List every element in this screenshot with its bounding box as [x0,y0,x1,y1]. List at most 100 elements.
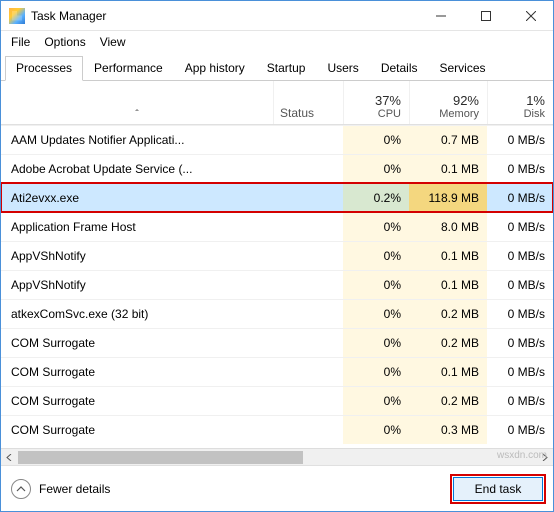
table-row[interactable]: COM Surrogate 0%0.1 MB0 MB/s [1,357,553,386]
process-cpu: 0% [343,271,409,299]
process-memory: 0.1 MB [409,155,487,183]
end-task-button[interactable]: End task [453,477,543,501]
process-cpu: 0.2% [343,184,409,212]
process-cpu: 0% [343,155,409,183]
tab-app-history[interactable]: App history [174,56,256,81]
table-row[interactable]: AAM Updates Notifier Applicati... 0%0.7 M… [1,125,553,154]
tab-performance[interactable]: Performance [83,56,174,81]
tab-services[interactable]: Services [429,56,497,81]
process-memory: 0.3 MB [409,416,487,444]
chevron-up-icon [16,484,26,494]
footer: Fewer details End task [1,465,553,511]
table-row[interactable]: COM Surrogate 0%0.2 MB0 MB/s [1,328,553,357]
titlebar[interactable]: Task Manager [1,1,553,31]
column-header-memory[interactable]: 92% Memory [409,81,487,124]
task-manager-window: Task Manager File Options View Processes… [0,0,554,512]
process-name: AAM Updates Notifier Applicati... [1,133,273,147]
disk-label: Disk [524,108,545,120]
menu-options[interactable]: Options [44,35,85,49]
task-manager-icon [9,8,25,24]
column-header-cpu[interactable]: 37% CPU [343,81,409,124]
process-name: Adobe Acrobat Update Service (... [1,162,273,176]
tab-processes[interactable]: Processes [5,56,83,81]
process-cpu: 0% [343,387,409,415]
minimize-icon [436,11,446,21]
process-memory: 0.1 MB [409,242,487,270]
process-memory: 0.7 MB [409,126,487,154]
process-name: AppVShNotify [1,249,273,263]
process-table: ˆ Status 37% CPU 92% Memory 1% Disk AAM … [1,81,553,465]
process-cpu: 0% [343,329,409,357]
process-cpu: 0% [343,300,409,328]
maximize-button[interactable] [463,1,508,30]
process-memory: 0.2 MB [409,387,487,415]
process-memory: 8.0 MB [409,213,487,241]
close-button[interactable] [508,1,553,30]
process-name: COM Surrogate [1,365,273,379]
table-row[interactable]: COM Surrogate 0%0.2 MB0 MB/s [1,386,553,415]
process-cpu: 0% [343,213,409,241]
table-row[interactable]: AppVShNotify0%0.1 MB0 MB/s [1,270,553,299]
process-memory: 0.2 MB [409,329,487,357]
scroll-left-button[interactable] [1,449,18,466]
process-name: COM Surrogate [1,423,273,437]
scroll-track[interactable] [18,449,536,466]
table-header: ˆ Status 37% CPU 92% Memory 1% Disk [1,81,553,125]
fewer-details-label: Fewer details [39,482,110,496]
process-name: COM Surrogate [1,336,273,350]
process-name: atkexComSvc.exe (32 bit) [1,307,273,321]
memory-usage-percent: 92% [453,93,479,108]
process-disk: 0 MB/s [487,213,553,241]
fewer-details-button[interactable]: Fewer details [11,479,110,499]
process-disk: 0 MB/s [487,329,553,357]
chevron-left-icon [6,454,13,461]
close-icon [526,11,536,21]
process-memory: 118.9 MB [409,184,487,212]
process-disk: 0 MB/s [487,387,553,415]
scroll-thumb[interactable] [18,451,303,464]
process-disk: 0 MB/s [487,155,553,183]
process-cpu: 0% [343,126,409,154]
table-row[interactable]: Application Frame Host 0%8.0 MB0 MB/s [1,212,553,241]
process-memory: 0.1 MB [409,358,487,386]
column-header-disk[interactable]: 1% Disk [487,81,553,124]
maximize-icon [481,11,491,21]
process-cpu: 0% [343,416,409,444]
memory-label: Memory [439,108,479,120]
minimize-button[interactable] [418,1,463,30]
table-row[interactable]: AppVShNotify0%0.1 MB0 MB/s [1,241,553,270]
watermark: wsxdn.com [497,450,547,461]
tab-bar: Processes Performance App history Startu… [1,55,553,81]
disk-usage-percent: 1% [526,93,545,108]
process-name: Application Frame Host [1,220,273,234]
process-cpu: 0% [343,358,409,386]
process-disk: 0 MB/s [487,126,553,154]
table-row[interactable]: COM Surrogate 0%0.3 MB0 MB/s [1,415,553,444]
process-name: COM Surrogate [1,394,273,408]
table-row[interactable]: Ati2evxx.exe 0.2%118.9 MB0 MB/s [1,183,553,212]
process-name: AppVShNotify [1,278,273,292]
window-title: Task Manager [31,9,106,23]
process-disk: 0 MB/s [487,358,553,386]
process-memory: 0.2 MB [409,300,487,328]
tab-startup[interactable]: Startup [256,56,317,81]
process-name: Ati2evxx.exe [1,191,273,205]
process-disk: 0 MB/s [487,271,553,299]
menu-view[interactable]: View [100,35,126,49]
process-disk: 0 MB/s [487,300,553,328]
column-header-name[interactable]: ˆ [1,81,273,124]
table-row[interactable]: atkexComSvc.exe (32 bit) 0%0.2 MB0 MB/s [1,299,553,328]
collapse-circle-icon [11,479,31,499]
cpu-label: CPU [378,108,401,120]
tab-details[interactable]: Details [370,56,429,81]
process-disk: 0 MB/s [487,184,553,212]
column-header-status[interactable]: Status [273,81,343,124]
sort-indicator-icon: ˆ [135,109,138,120]
menu-file[interactable]: File [11,35,30,49]
tab-users[interactable]: Users [316,56,369,81]
table-row[interactable]: Adobe Acrobat Update Service (... 0%0.1 M… [1,154,553,183]
table-body: AAM Updates Notifier Applicati...0%0.7 M… [1,125,553,448]
process-cpu: 0% [343,242,409,270]
horizontal-scrollbar[interactable] [1,448,553,465]
process-disk: 0 MB/s [487,416,553,444]
